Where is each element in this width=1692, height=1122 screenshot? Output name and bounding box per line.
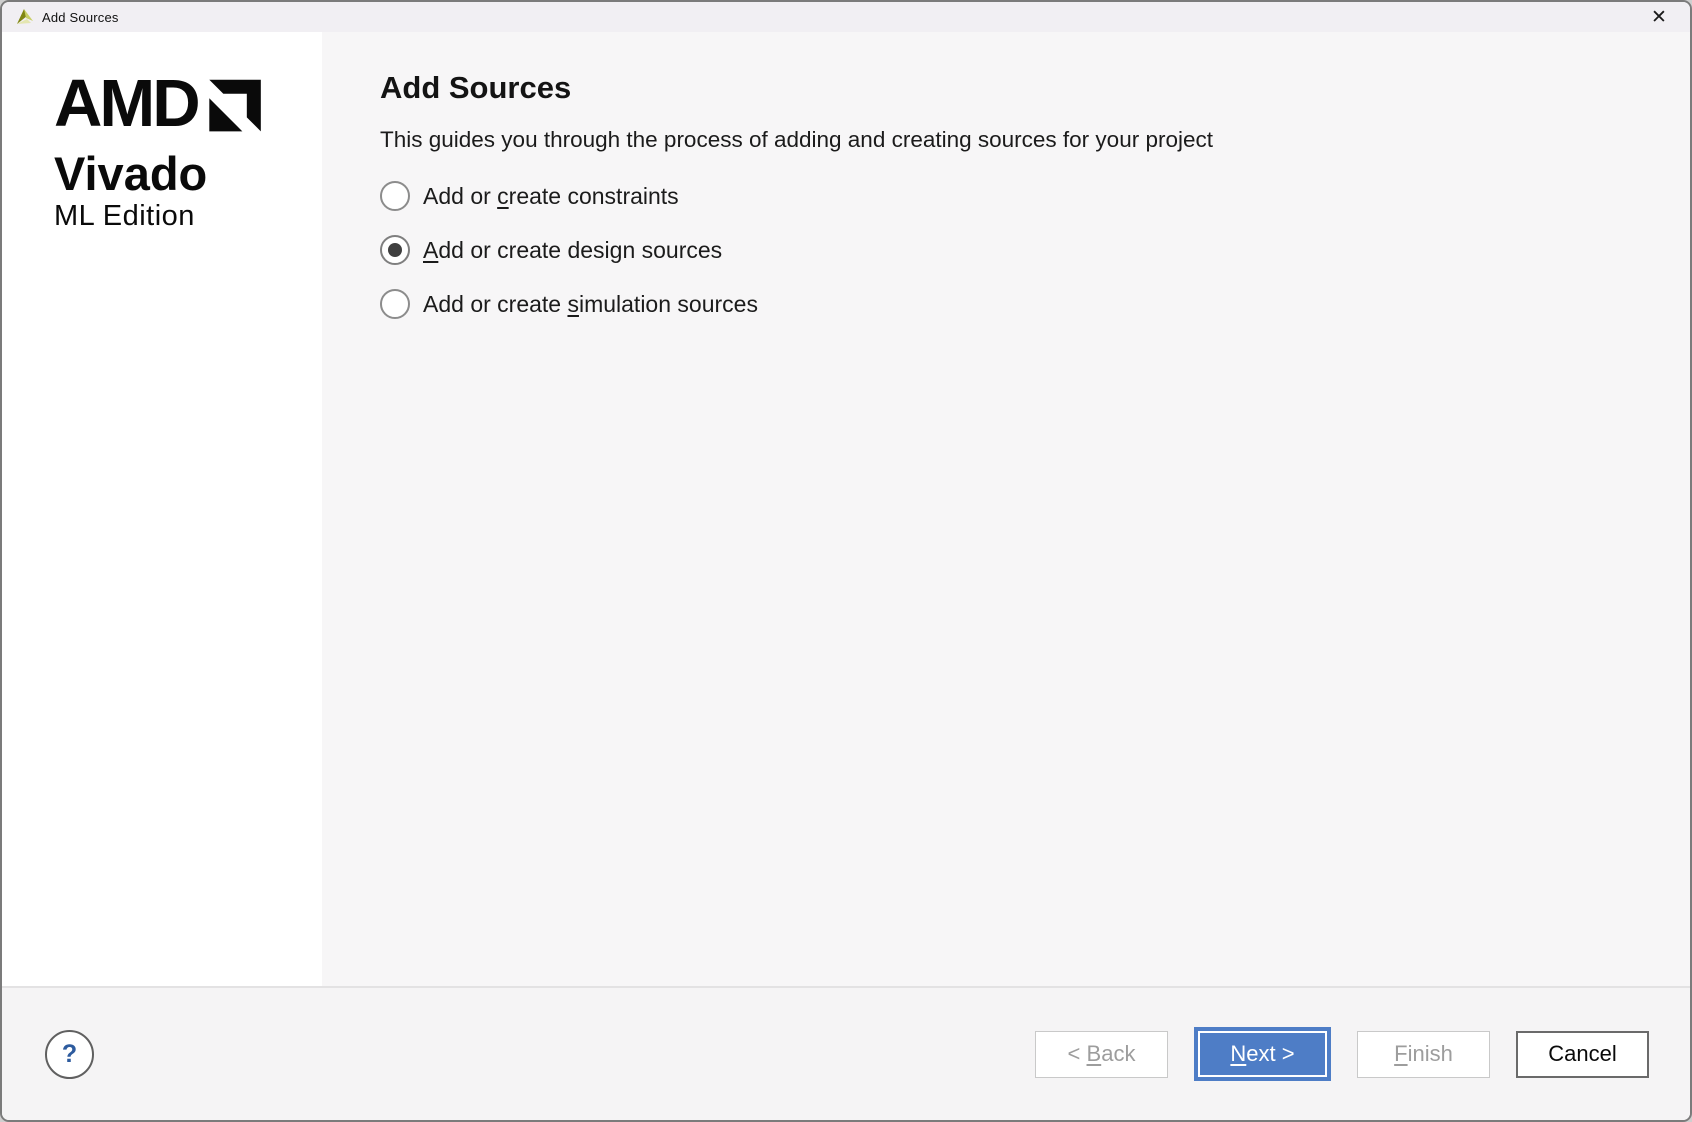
radio-circle[interactable] [380, 235, 410, 265]
vivado-logo-icon [15, 7, 35, 27]
radio-label: Add or create simulation sources [423, 291, 758, 318]
radio-label: Add or create design sources [423, 237, 722, 264]
edition-name: ML Edition [54, 200, 322, 232]
source-type-options: Add or create constraints Add or create … [380, 181, 1650, 319]
back-button[interactable]: < Back [1035, 1031, 1168, 1078]
radio-add-simulation-sources[interactable]: Add or create simulation sources [380, 289, 1650, 319]
help-button[interactable]: ? [45, 1030, 94, 1079]
window-title: Add Sources [42, 10, 119, 25]
amd-logo-text: AMD [54, 77, 198, 131]
cancel-button[interactable]: Cancel [1516, 1031, 1649, 1078]
radio-circle[interactable] [380, 289, 410, 319]
amd-logo: AMD [54, 77, 322, 133]
page-subtitle: This guides you through the process of a… [380, 125, 1650, 155]
radio-add-design-sources[interactable]: Add or create design sources [380, 235, 1650, 265]
close-icon[interactable]: ✕ [1638, 2, 1680, 32]
page-title: Add Sources [380, 68, 1650, 108]
branding-panel: AMD Vivado ML Edition [2, 32, 322, 986]
cancel-button-label: Cancel [1548, 1041, 1616, 1067]
finish-button-label: Finish [1394, 1041, 1453, 1067]
footer-buttons: < Back Next > Finish Cancel [1035, 1027, 1649, 1081]
finish-button[interactable]: Finish [1357, 1031, 1490, 1078]
add-sources-dialog: Add Sources ✕ AMD Vivado ML Edition Add … [0, 0, 1692, 1122]
back-button-label: < Back [1068, 1041, 1136, 1067]
wizard-content: Add Sources This guides you through the … [322, 32, 1690, 986]
titlebar[interactable]: Add Sources ✕ [2, 2, 1690, 32]
amd-arrow-icon [206, 77, 263, 133]
next-button-label: Next > [1230, 1041, 1294, 1067]
product-name: Vivado [54, 150, 322, 197]
radio-circle[interactable] [380, 181, 410, 211]
radio-label: Add or create constraints [423, 183, 679, 210]
next-button[interactable]: Next > [1194, 1027, 1331, 1081]
radio-add-constraints[interactable]: Add or create constraints [380, 181, 1650, 211]
dialog-body: AMD Vivado ML Edition Add Sources This g… [2, 32, 1690, 986]
wizard-footer: ? < Back Next > Finish Cancel [2, 986, 1690, 1120]
